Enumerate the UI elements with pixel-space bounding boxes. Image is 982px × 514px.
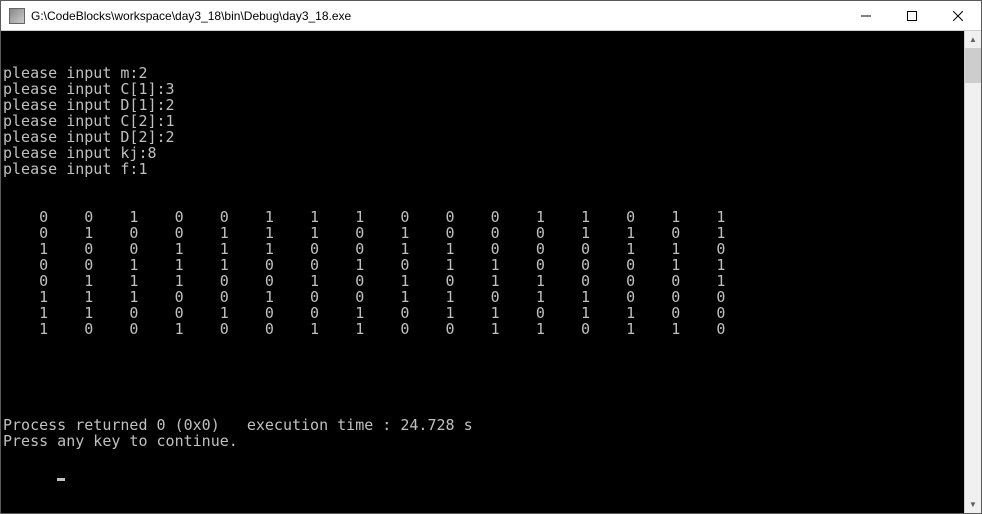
matrix-row: 1 0 0 1 1 1 0 0 1 1 0 0 0 1 1 0	[3, 241, 964, 257]
console-line: Press any key to continue.	[3, 433, 964, 449]
client-area: please input m:2please input C[1]:3pleas…	[1, 31, 981, 513]
matrix-row: 1 1 0 0 1 0 0 1 0 1 1 0 1 1 0 0	[3, 305, 964, 321]
window-title: G:\CodeBlocks\workspace\day3_18\bin\Debu…	[31, 9, 843, 23]
console-line: please input C[1]:3	[3, 81, 964, 97]
console-line: please input D[2]:2	[3, 129, 964, 145]
scroll-track[interactable]	[965, 48, 981, 496]
app-icon	[9, 8, 25, 24]
maximize-icon	[907, 11, 917, 21]
scroll-thumb[interactable]	[965, 48, 981, 83]
matrix-row: 0 1 0 0 1 1 1 0 1 0 0 0 1 1 0 1	[3, 225, 964, 241]
input-prompts: please input m:2please input C[1]:3pleas…	[3, 65, 964, 177]
console-line: please input f:1	[3, 161, 964, 177]
console-line: please input m:2	[3, 65, 964, 81]
blank-line	[3, 369, 964, 385]
console-window: G:\CodeBlocks\workspace\day3_18\bin\Debu…	[0, 0, 982, 514]
scroll-down-button[interactable]: ▼	[965, 496, 981, 513]
console-output[interactable]: please input m:2please input C[1]:3pleas…	[1, 31, 964, 513]
matrix-row: 1 0 0 1 0 0 1 1 0 0 1 1 0 1 1 0	[3, 321, 964, 337]
matrix-row: 0 0 1 1 1 0 0 1 0 1 1 0 0 0 1 1	[3, 257, 964, 273]
close-button[interactable]	[935, 1, 981, 30]
scroll-up-button[interactable]: ▲	[965, 31, 981, 48]
window-controls	[843, 1, 981, 30]
console-line: please input kj:8	[3, 145, 964, 161]
console-line: Process returned 0 (0x0) execution time …	[3, 417, 964, 433]
scroll-down-icon: ▼	[969, 500, 977, 509]
minimize-icon	[861, 11, 871, 21]
text-cursor	[57, 478, 65, 481]
minimize-button[interactable]	[843, 1, 889, 30]
console-line: please input D[1]:2	[3, 97, 964, 113]
process-footer: Process returned 0 (0x0) execution time …	[3, 417, 964, 449]
scroll-up-icon: ▲	[969, 35, 977, 44]
console-line: please input C[2]:1	[3, 113, 964, 129]
titlebar[interactable]: G:\CodeBlocks\workspace\day3_18\bin\Debu…	[1, 1, 981, 31]
vertical-scrollbar[interactable]: ▲ ▼	[964, 31, 981, 513]
matrix-row: 0 0 1 0 0 1 1 1 0 0 0 1 1 0 1 1	[3, 209, 964, 225]
close-icon	[953, 11, 963, 21]
matrix-row: 1 1 1 0 0 1 0 0 1 1 0 1 1 0 0 0	[3, 289, 964, 305]
output-matrix: 0 0 1 0 0 1 1 1 0 0 0 1 1 0 1 1 0 1 0 0 …	[3, 209, 964, 337]
maximize-button[interactable]	[889, 1, 935, 30]
matrix-row: 0 1 1 1 0 0 1 0 1 0 1 1 0 0 0 1	[3, 273, 964, 289]
